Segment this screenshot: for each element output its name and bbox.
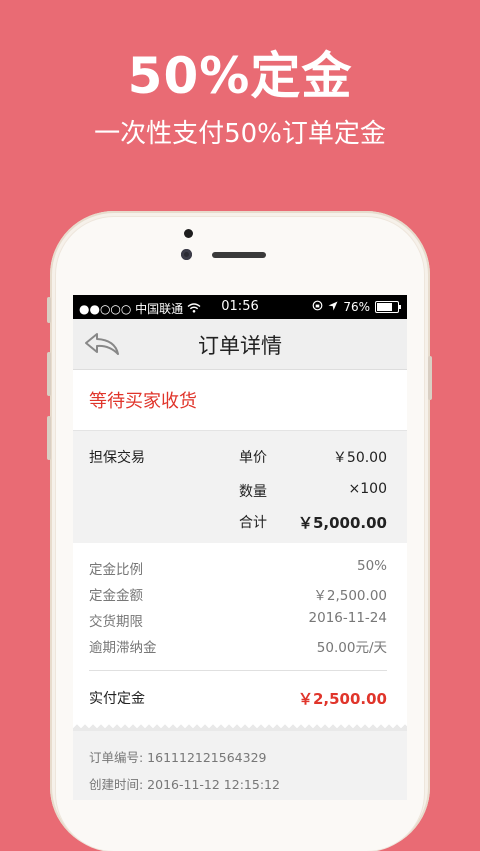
status-bar: ●●○○○ 中国联通 01:56 76%	[73, 295, 407, 319]
total-value: ￥5,000.00	[297, 514, 387, 532]
proximity-sensor	[184, 229, 193, 238]
rotation-lock-icon	[312, 300, 323, 314]
phone-screen: ●●○○○ 中国联通 01:56 76% 订单详情 等待买家收货 担保交易 单价…	[73, 295, 407, 800]
front-camera	[181, 249, 192, 260]
volume-up-button	[47, 352, 51, 396]
location-icon	[328, 300, 338, 314]
earpiece-speaker	[212, 252, 266, 258]
late-penalty-value: 50.00元/天	[316, 640, 387, 656]
paid-deposit-value: ￥2,500.00	[297, 690, 387, 708]
order-created-time: 创建时间: 2016-11-12 12:15:12	[89, 777, 280, 792]
deposit-section: 定金比例 50% 定金金额 ￥2,500.00 交货期限 2016-11-24 …	[73, 543, 407, 723]
zigzag-divider	[73, 723, 407, 731]
total-label: 合计	[239, 515, 267, 531]
page-title: 订单详情	[198, 334, 282, 358]
mute-switch	[47, 297, 51, 323]
unit-price-label: 单价	[239, 450, 267, 466]
deposit-amount-label: 定金金额	[89, 588, 143, 604]
product-section: 担保交易 单价 ￥50.00 数量 ×100 合计 ￥5,000.00	[73, 431, 407, 543]
order-status-section: 等待买家收货	[73, 370, 407, 431]
deposit-ratio-label: 定金比例	[89, 562, 143, 578]
order-number: 订单编号: 161112121564329	[89, 750, 267, 765]
late-penalty-label: 逾期滞纳金	[89, 640, 157, 656]
battery-level	[377, 303, 393, 311]
subheadline: 一次性支付50%订单定金	[94, 119, 386, 149]
unit-price-value: ￥50.00	[332, 450, 387, 466]
quantity-value: ×100	[348, 481, 387, 497]
transaction-type: 担保交易	[89, 450, 145, 466]
deposit-ratio-value: 50%	[356, 558, 387, 574]
battery-percent: 76%	[343, 300, 370, 314]
deposit-amount-value: ￥2,500.00	[313, 588, 387, 604]
delivery-deadline-value: 2016-11-24	[308, 610, 387, 626]
battery-icon	[375, 301, 401, 313]
quantity-label: 数量	[239, 484, 267, 500]
paid-deposit-label: 实付定金	[89, 691, 145, 707]
delivery-deadline-label: 交货期限	[89, 614, 143, 630]
volume-down-button	[47, 416, 51, 460]
order-meta-section: 订单编号: 161112121564329 创建时间: 2016-11-12 1…	[73, 731, 407, 800]
power-button	[428, 356, 432, 400]
navigation-bar: 订单详情	[73, 319, 407, 370]
order-status: 等待买家收货	[89, 391, 197, 412]
headline: 50%定金	[127, 47, 353, 105]
divider	[89, 670, 387, 671]
